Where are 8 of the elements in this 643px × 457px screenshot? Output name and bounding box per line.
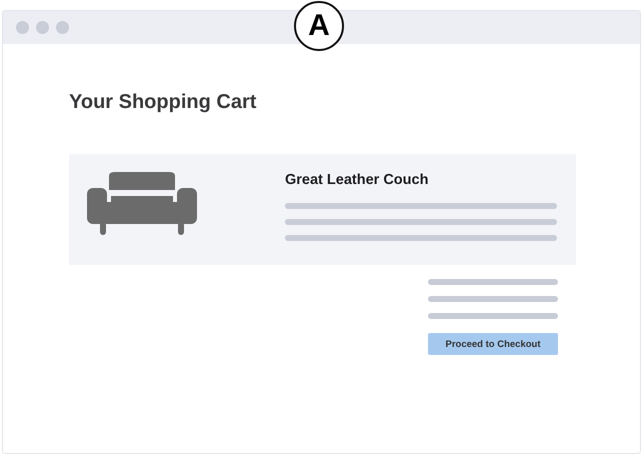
couch-icon [87, 172, 197, 235]
page-heading: Your Shopping Cart [69, 90, 258, 114]
checkout-button[interactable]: Proceed to Checkout [428, 333, 558, 355]
window-dot [36, 21, 49, 34]
window-dot [56, 21, 69, 34]
letter-badge: A [294, 1, 344, 51]
window-dot [16, 21, 29, 34]
product-name: Great Leather Couch [285, 172, 430, 189]
